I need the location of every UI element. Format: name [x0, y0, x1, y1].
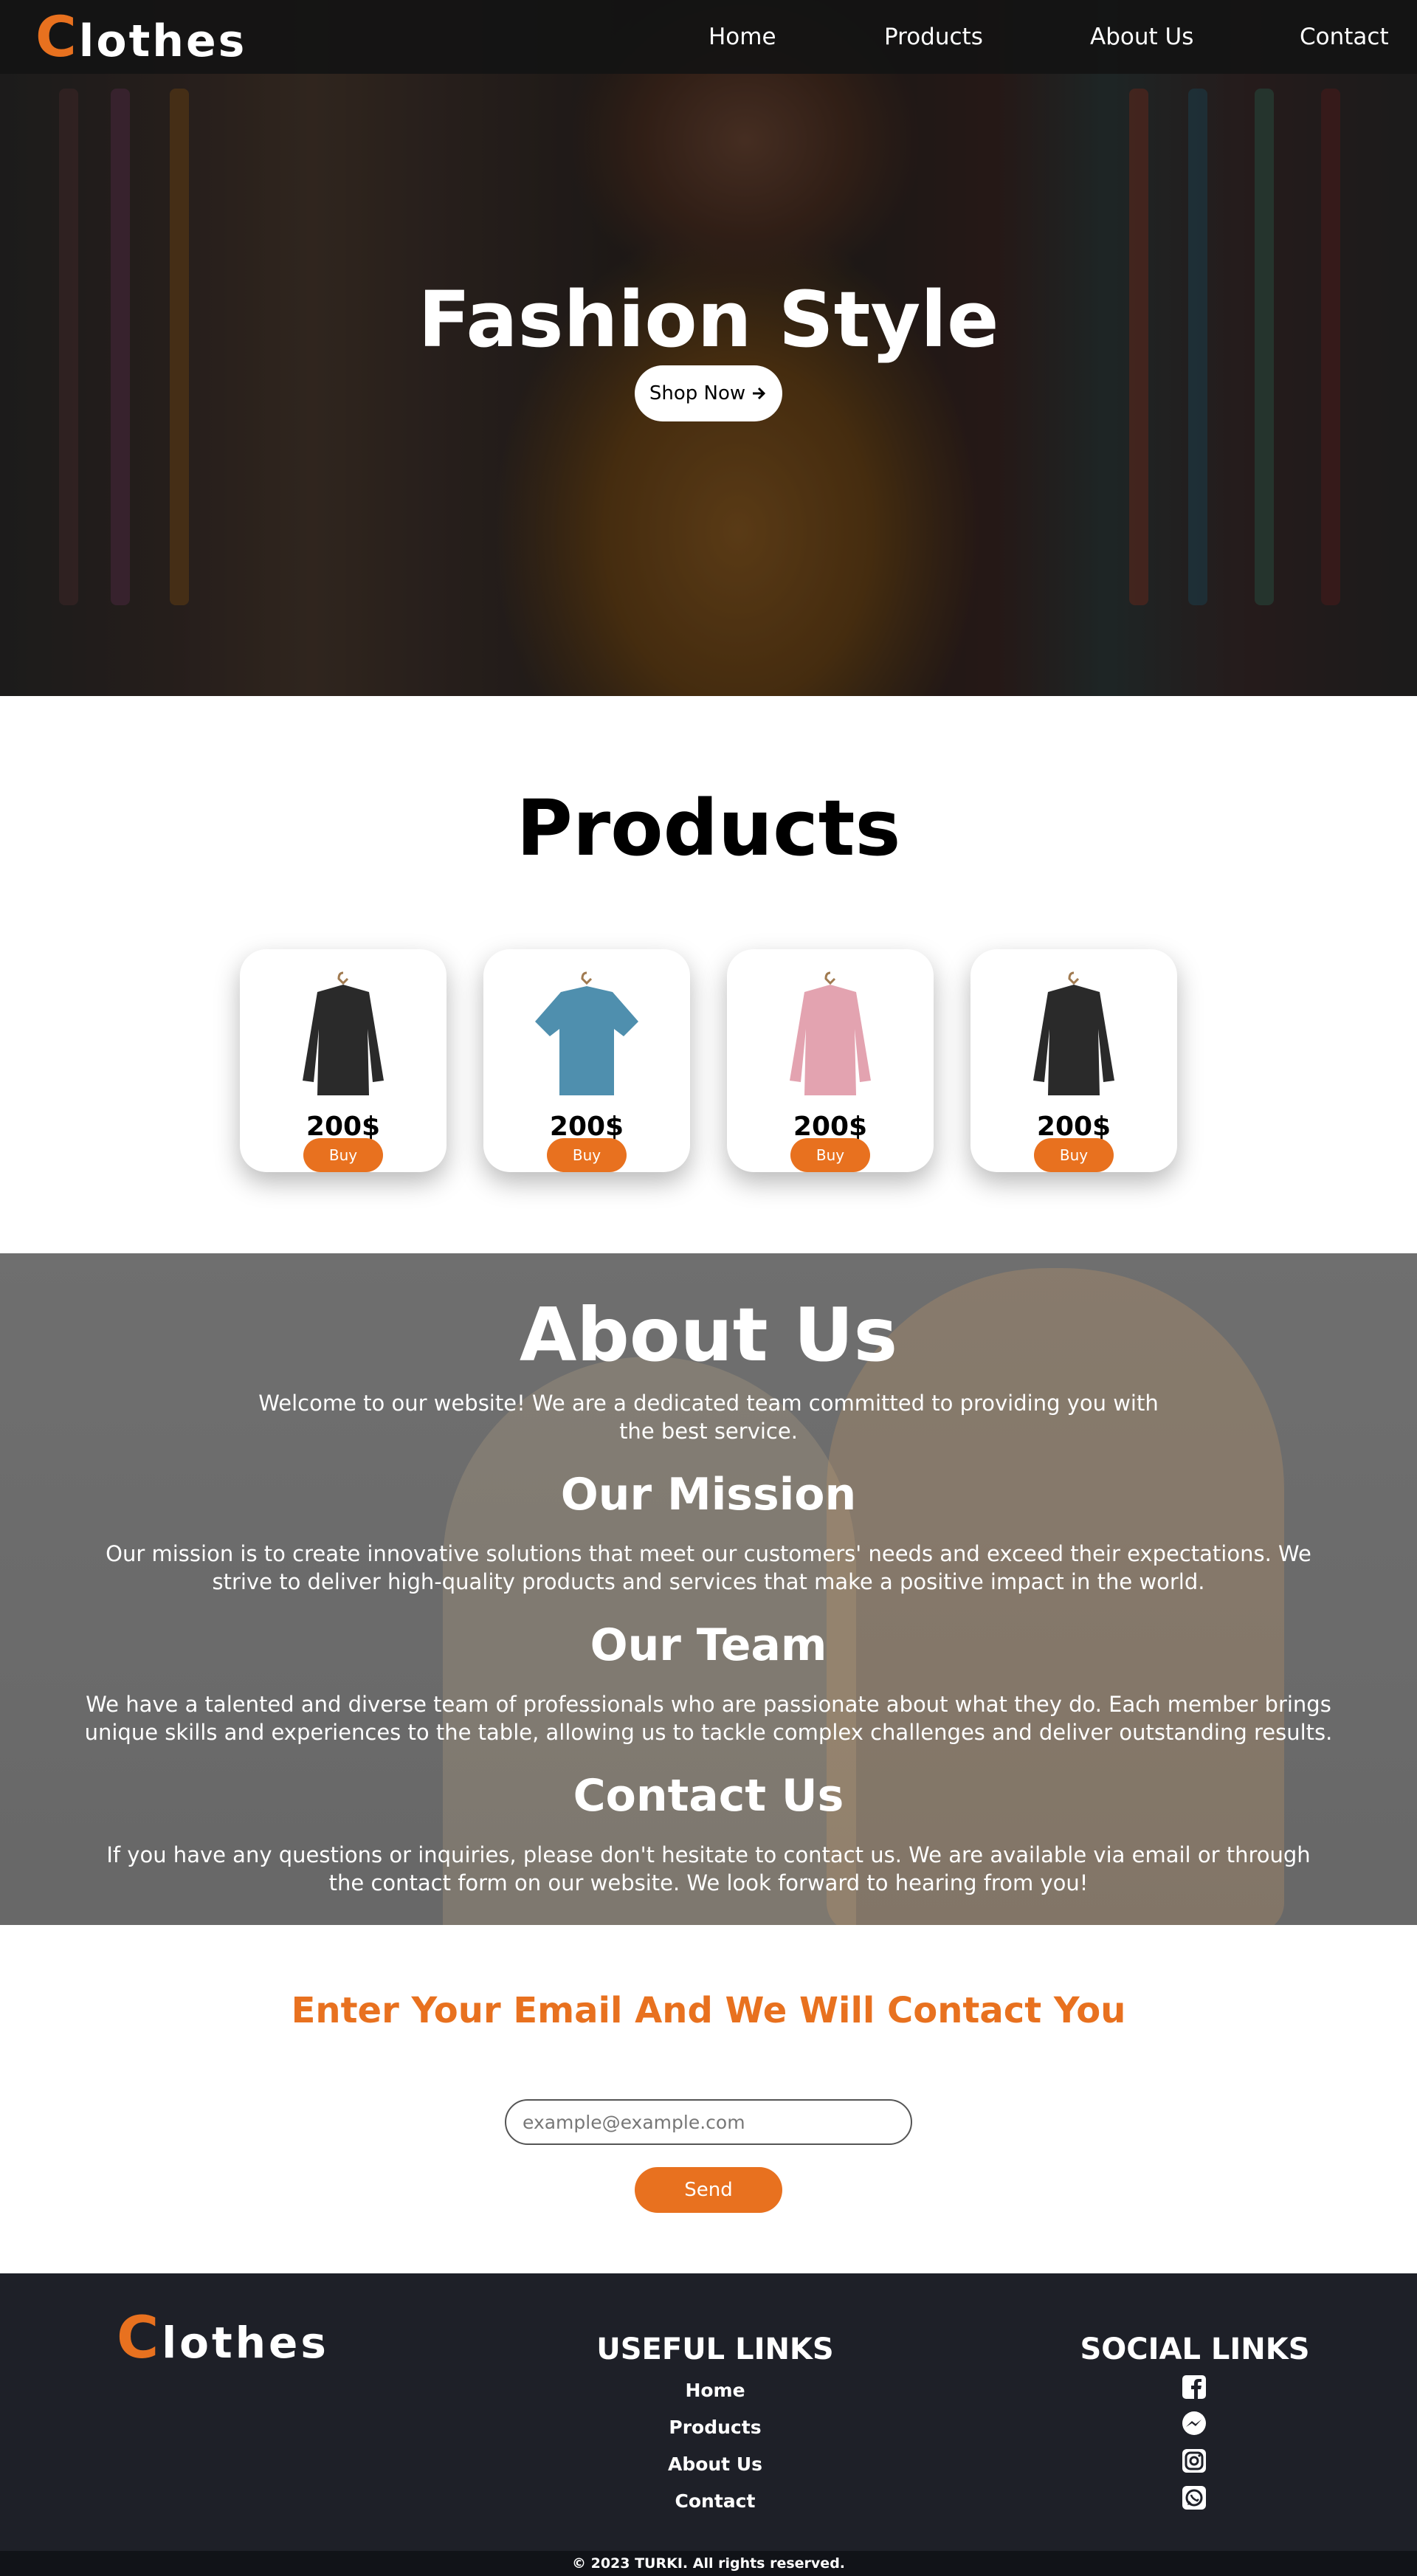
newsletter-section: Enter Your Email And We Will Contact You…: [0, 1925, 1417, 2273]
logo-text: lothes: [162, 2318, 329, 2368]
copyright-text: © 2023 TURKI. All rights reserved.: [0, 2551, 1417, 2576]
buy-button[interactable]: Buy: [790, 1138, 870, 1172]
contact-text: If you have any questions or inquiries, …: [106, 1842, 1311, 1895]
messenger-icon[interactable]: [1179, 2409, 1209, 2439]
about-section: About Us Welcome to our website! We are …: [0, 1253, 1417, 1925]
contact-title: Contact Us: [573, 1770, 844, 1822]
logo-initial: C: [117, 2305, 162, 2372]
whatsapp-icon[interactable]: [1179, 2483, 1209, 2513]
product-price: 200$: [793, 1112, 868, 1142]
buy-button[interactable]: Buy: [1034, 1138, 1114, 1172]
facebook-icon[interactable]: [1179, 2372, 1209, 2402]
brand-logo[interactable]: Clothes: [35, 9, 246, 69]
buy-button[interactable]: Buy: [303, 1138, 383, 1172]
newsletter-title: Enter Your Email And We Will Contact You: [291, 1990, 1126, 2031]
products-title: Products: [516, 783, 901, 873]
hero-title: Fashion Style: [418, 275, 999, 365]
product-card: 200$ Buy: [483, 949, 690, 1172]
nav-link-products[interactable]: Products: [884, 24, 983, 50]
email-input[interactable]: [505, 2099, 912, 2145]
shop-now-label: Shop Now: [649, 382, 746, 404]
shop-now-button[interactable]: Shop Now: [635, 365, 782, 421]
footer: Clothes USEFUL LINKS Home Products About…: [0, 2273, 1417, 2551]
sweater-icon: [1033, 971, 1114, 1095]
about-intro: Welcome to our website! We are a dedicat…: [258, 1391, 1159, 1444]
about-title: About Us: [519, 1292, 898, 1378]
send-button[interactable]: Send: [635, 2167, 782, 2213]
hero-section: Fashion Style Shop Now: [0, 0, 1417, 696]
logo-text: lothes: [78, 16, 247, 67]
instagram-icon[interactable]: [1179, 2446, 1209, 2476]
product-card: 200$ Buy: [970, 949, 1177, 1172]
footer-logo[interactable]: Clothes: [117, 2309, 329, 2372]
product-card: 200$ Buy: [240, 949, 447, 1172]
useful-links-title: USEFUL LINKS: [596, 2332, 834, 2366]
mission-title: Our Mission: [560, 1469, 857, 1521]
mission-text: Our mission is to create innovative solu…: [106, 1541, 1311, 1594]
sweater-icon: [303, 971, 384, 1095]
sweater-icon: [790, 971, 871, 1095]
buy-button[interactable]: Buy: [547, 1138, 627, 1172]
product-price: 200$: [549, 1112, 624, 1142]
product-price: 200$: [1036, 1112, 1111, 1142]
product-card: 200$ Buy: [727, 949, 934, 1172]
nav-link-contact[interactable]: Contact: [1300, 24, 1389, 50]
footer-link-about-us[interactable]: About Us: [568, 2453, 863, 2475]
footer-link-home[interactable]: Home: [568, 2380, 863, 2401]
navbar: Clothes Home Products About Us Contact: [0, 0, 1417, 74]
social-links-title: SOCIAL LINKS: [1080, 2332, 1310, 2366]
nav-link-about-us[interactable]: About Us: [1090, 24, 1193, 50]
team-title: Our Team: [590, 1619, 827, 1671]
products-section: Products 200$ Buy 200$ Buy 200$ Buy 200$…: [0, 696, 1417, 1253]
team-text: We have a talented and diverse team of p…: [84, 1692, 1333, 1745]
arrow-right-icon: [753, 387, 766, 400]
product-price: 200$: [306, 1112, 381, 1142]
logo-initial: C: [35, 4, 79, 69]
t-shirt-icon: [535, 971, 638, 1095]
nav-link-home[interactable]: Home: [708, 24, 776, 50]
footer-link-products[interactable]: Products: [568, 2417, 863, 2438]
footer-link-contact[interactable]: Contact: [568, 2490, 863, 2512]
